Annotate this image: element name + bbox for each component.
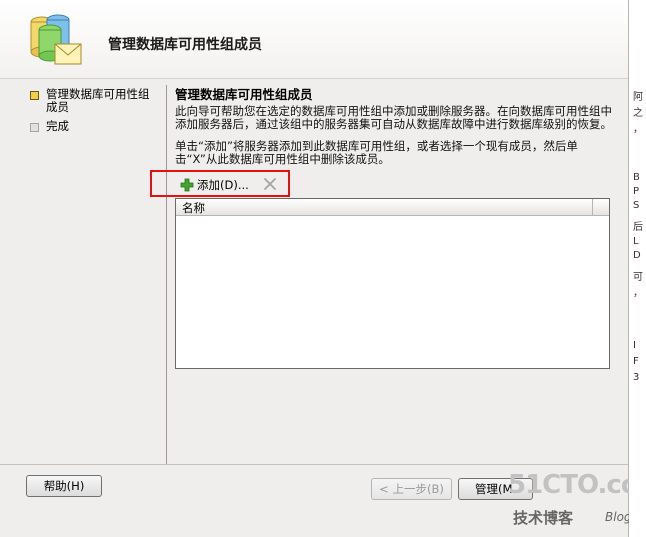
edge-text: F [633, 356, 639, 367]
step-manage-members[interactable]: 管理数据库可用性组成员 [30, 88, 160, 114]
help-button[interactable]: 帮助(H) [26, 475, 102, 497]
edge-text: ， [633, 124, 643, 135]
wizard-title: 管理数据库可用性组成员 [108, 37, 262, 53]
step-label: 完成 [46, 119, 69, 133]
content-panel: 管理数据库可用性组成员 此向导可帮助您在选定的数据库可用性组中添加或删除服务器。… [175, 84, 615, 166]
edge-text: 阿 [633, 92, 643, 103]
inactive-step-icon [30, 123, 39, 132]
edge-text: P [633, 186, 640, 197]
edge-text: 3 [633, 372, 640, 383]
list-header: 名称 [176, 199, 609, 216]
edge-text: D [633, 250, 641, 261]
active-step-icon [30, 91, 39, 100]
delete-x-icon[interactable] [263, 177, 277, 191]
plus-icon [180, 178, 194, 192]
section-title: 管理数据库可用性组成员 [175, 87, 313, 102]
wizard-header: 管理数据库可用性组成员 [0, 0, 628, 79]
column-separator[interactable] [592, 199, 593, 215]
edge-text: ， [633, 288, 643, 299]
watermark-logo: 51CTO.com [508, 470, 646, 500]
wizard-window: 管理数据库可用性组成员 管理数据库可用性组成员 完成 管理数据库可用性组成员 此… [0, 0, 646, 537]
edge-text: 之 [633, 108, 643, 119]
members-list[interactable]: 名称 [175, 198, 610, 369]
edge-text: 后 [633, 222, 643, 233]
background-window-edge: 阿 之 ， B P S 后 L D 可 ， I F 3 [629, 0, 646, 537]
footer-divider [0, 464, 628, 465]
watermark-subtitle: 技术博客 [513, 509, 574, 527]
edge-text: 可 [633, 272, 643, 283]
column-header-name[interactable]: 名称 [182, 200, 205, 216]
step-list: 管理数据库可用性组成员 完成 [30, 88, 160, 139]
members-toolbar-highlight: 添加(D)... [150, 170, 290, 197]
vertical-divider [166, 85, 167, 465]
back-button[interactable]: < 上一步(B) [371, 478, 452, 500]
step-finish[interactable]: 完成 [30, 120, 160, 133]
instruction-text: 单击“添加”将服务器添加到此数据库可用性组，或者选择一个现有成员，然后单击“X”… [175, 139, 578, 166]
add-button[interactable]: 添加(D)... [180, 176, 249, 194]
edge-text: B [633, 172, 640, 183]
watermark-blog: Blog [605, 510, 632, 524]
edge-text: L [633, 236, 639, 247]
edge-text: S [633, 200, 640, 211]
add-button-label: 添加(D)... [197, 178, 249, 192]
description-text: 此向导可帮助您在选定的数据库可用性组中添加或删除服务器。在向数据库可用性组中添加… [175, 104, 612, 131]
step-label: 管理数据库可用性组成员 [46, 87, 150, 114]
edge-text: I [633, 340, 636, 351]
database-mail-icon [30, 14, 82, 65]
